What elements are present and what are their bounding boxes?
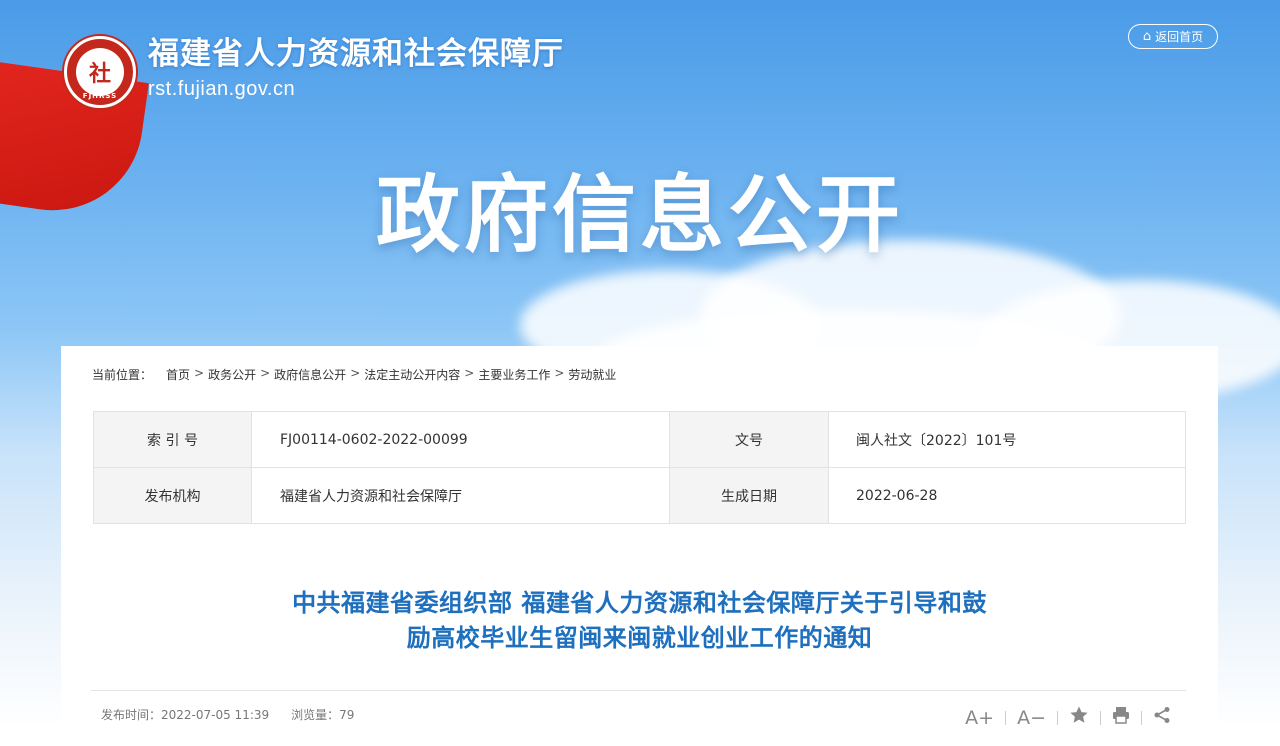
breadcrumb-item-info-disclosure[interactable]: 政府信息公开	[274, 366, 346, 383]
font-increase-button[interactable]: A+	[954, 707, 1005, 729]
doc-no-value: 闽人社文〔2022〕101号	[828, 411, 1186, 468]
index-value: FJ00114-0602-2022-00099	[251, 411, 670, 468]
emblem-icon: 社 FJHRSS	[64, 36, 136, 108]
publisher-label: 发布机构	[93, 467, 252, 524]
content-panel: 当前位置： 首页 > 政务公开 > 政府信息公开 > 法定主动公开内容 > 主要…	[61, 346, 1218, 746]
site-title: 福建省人力资源和社会保障厅	[148, 36, 564, 72]
table-row: 发布机构 福建省人力资源和社会保障厅 生成日期 2022-06-28	[93, 467, 1186, 524]
publish-time: 发布时间：2022-07-05 11:39	[101, 708, 270, 722]
breadcrumb-item-employment[interactable]: 劳动就业	[568, 366, 616, 383]
site-logo[interactable]: 社 FJHRSS 福建省人力资源和社会保障厅 rst.fujian.gov.cn	[64, 36, 564, 108]
breadcrumb: 当前位置： 首页 > 政务公开 > 政府信息公开 > 法定主动公开内容 > 主要…	[92, 366, 617, 383]
breadcrumb-item-home[interactable]: 首页	[166, 366, 190, 383]
date-value: 2022-06-28	[828, 467, 1186, 524]
article-tools: A+ A−	[954, 705, 1182, 730]
date-label: 生成日期	[669, 467, 829, 524]
publisher-value: 福建省人力资源和社会保障厅	[251, 467, 670, 524]
home-icon: ⌂	[1142, 29, 1152, 44]
share-icon[interactable]	[1142, 706, 1182, 729]
site-domain: rst.fujian.gov.cn	[148, 78, 296, 100]
star-icon[interactable]	[1058, 705, 1100, 730]
index-label: 索 引 号	[93, 411, 252, 468]
font-decrease-button[interactable]: A−	[1006, 707, 1057, 729]
article-info-bar: 发布时间：2022-07-05 11:39 浏览量：79 A+ A−	[91, 690, 1186, 730]
article-title: 中共福建省委组织部 福建省人力资源和社会保障厅关于引导和鼓 励高校毕业生留闽来闽…	[292, 589, 987, 652]
print-icon[interactable]	[1101, 706, 1141, 729]
breadcrumb-item-main-work[interactable]: 主要业务工作	[478, 366, 550, 383]
breadcrumb-item-statutory[interactable]: 法定主动公开内容	[364, 366, 460, 383]
breadcrumb-item-gov-affairs[interactable]: 政务公开	[208, 366, 256, 383]
hero-title: 政府信息公开	[375, 166, 904, 264]
home-button-label: 返回首页	[1155, 30, 1204, 44]
breadcrumb-label: 当前位置：	[92, 368, 153, 382]
doc-no-label: 文号	[669, 411, 829, 468]
view-count: 浏览量：79	[291, 708, 355, 722]
table-row: 索 引 号 FJ00114-0602-2022-00099 文号 闽人社文〔20…	[93, 411, 1186, 468]
document-meta-table: 索 引 号 FJ00114-0602-2022-00099 文号 闽人社文〔20…	[93, 411, 1186, 524]
home-button[interactable]: ⌂ 返回首页	[1128, 24, 1218, 49]
